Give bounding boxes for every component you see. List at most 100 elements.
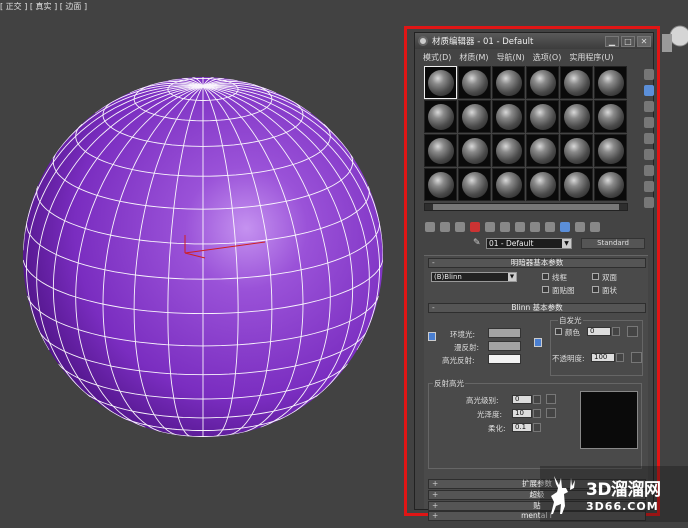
maximize-button[interactable]: □: [621, 35, 635, 47]
sample-slot[interactable]: [594, 168, 627, 201]
go-forward-sibling-icon[interactable]: [590, 222, 600, 232]
assign-to-selection-icon[interactable]: [455, 222, 465, 232]
watermark-url: 3D66.COM: [586, 500, 659, 513]
sample-slot[interactable]: [526, 66, 559, 99]
sample-slot[interactable]: [424, 134, 457, 167]
background-icon[interactable]: [644, 101, 654, 112]
minimize-button[interactable]: ▁: [605, 35, 619, 47]
sample-sphere: [461, 103, 488, 130]
diffuse-swatch[interactable]: [488, 341, 521, 351]
sample-sphere: [495, 69, 522, 96]
shader-dropdown[interactable]: (B)Blinn ▼: [431, 272, 517, 282]
self-illum-color-checkbox[interactable]: [555, 328, 562, 335]
slots-scrollbar[interactable]: [424, 203, 628, 211]
sample-slot[interactable]: [594, 66, 627, 99]
sample-slot[interactable]: [424, 66, 457, 99]
rollout-blinn-basic[interactable]: - Blinn 基本参数: [428, 303, 646, 313]
go-to-parent-icon[interactable]: [575, 222, 585, 232]
highlight-curve-preview: [580, 391, 638, 449]
sample-slot[interactable]: [526, 134, 559, 167]
self-illum-label: 自发光: [558, 315, 583, 326]
chevron-down-icon[interactable]: ▼: [562, 238, 571, 248]
options-icon[interactable]: [644, 165, 654, 176]
two-sided-checkbox[interactable]: [592, 273, 599, 280]
sample-slot[interactable]: [560, 100, 593, 133]
sample-sphere: [427, 137, 454, 164]
menu-utilities[interactable]: 实用程序(U): [569, 52, 613, 63]
self-illum-spinner[interactable]: 0: [587, 327, 611, 336]
sample-type-icon[interactable]: [644, 69, 654, 80]
opacity-spinner-arrows[interactable]: [616, 353, 624, 362]
glossiness-spinner[interactable]: 10: [512, 409, 532, 418]
material-name-field[interactable]: 01 - Default ▼: [486, 237, 572, 249]
uv-tiling-icon[interactable]: [644, 117, 654, 128]
face-map-checkbox[interactable]: [542, 286, 549, 293]
make-preview-icon[interactable]: [644, 149, 654, 160]
material-name-text: 01 - Default: [489, 238, 534, 248]
rollout-shader-basic[interactable]: - 明暗器基本参数: [428, 258, 646, 268]
menu-navigation[interactable]: 导航(N): [497, 52, 525, 63]
window-title: 材质编辑器 - 01 - Default: [432, 37, 534, 47]
menu-mode[interactable]: 模式(D): [423, 52, 451, 63]
sample-sphere: [563, 171, 590, 198]
sample-slot[interactable]: [458, 134, 491, 167]
put-to-library-icon[interactable]: [515, 222, 525, 232]
ambient-swatch[interactable]: [488, 328, 521, 338]
reset-map-icon[interactable]: [470, 222, 480, 232]
watermark-text: 3D溜溜网 3D66.COM: [586, 475, 661, 513]
scrollbar-thumb[interactable]: [433, 204, 619, 210]
specular-level-map-button[interactable]: [546, 394, 556, 404]
sample-slot[interactable]: [560, 134, 593, 167]
sample-slot[interactable]: [560, 66, 593, 99]
put-to-scene-icon[interactable]: [440, 222, 450, 232]
sample-slot[interactable]: [560, 168, 593, 201]
faceted-checkbox[interactable]: [592, 286, 599, 293]
soften-arrows[interactable]: [533, 423, 541, 432]
sample-slot[interactable]: [424, 168, 457, 201]
eyedropper-icon[interactable]: ✎: [473, 238, 483, 248]
material-id-icon[interactable]: [530, 222, 540, 232]
lock-icon[interactable]: [534, 338, 542, 347]
sample-slot[interactable]: [458, 66, 491, 99]
glossiness-map-button[interactable]: [546, 408, 556, 418]
opacity-spinner[interactable]: 100: [591, 353, 615, 362]
glossiness-arrows[interactable]: [533, 409, 541, 418]
material-map-navigator-icon[interactable]: [644, 197, 654, 208]
sample-slot[interactable]: [424, 100, 457, 133]
sample-sphere: [529, 103, 556, 130]
material-type-button[interactable]: Standard: [581, 237, 645, 249]
sample-slot[interactable]: [492, 168, 525, 201]
self-illum-spinner-arrows[interactable]: [612, 327, 620, 336]
app-root: [ 正交 ] [ 真实 ] [ 边面 ] 材质编辑器 - 01 - Defaul…: [0, 0, 688, 528]
opacity-map-button[interactable]: [631, 352, 642, 363]
sample-slot[interactable]: [458, 100, 491, 133]
show-map-icon[interactable]: [545, 222, 555, 232]
sample-slot[interactable]: [458, 168, 491, 201]
sample-slot[interactable]: [594, 134, 627, 167]
video-color-check-icon[interactable]: [644, 133, 654, 144]
wire-checkbox[interactable]: [542, 273, 549, 280]
make-unique-icon[interactable]: [500, 222, 510, 232]
soften-spinner[interactable]: 0.1: [512, 423, 532, 432]
lock-icon[interactable]: [428, 332, 436, 341]
specular-level-arrows[interactable]: [533, 395, 541, 404]
sample-slot[interactable]: [526, 100, 559, 133]
specular-swatch[interactable]: [488, 354, 521, 364]
show-end-result-icon[interactable]: [560, 222, 570, 232]
sample-slot[interactable]: [492, 100, 525, 133]
sample-slot[interactable]: [594, 100, 627, 133]
sample-slot[interactable]: [492, 66, 525, 99]
specular-level-spinner[interactable]: 0: [512, 395, 532, 404]
sample-slot[interactable]: [526, 168, 559, 201]
menu-material[interactable]: 材质(M): [459, 52, 488, 63]
close-button[interactable]: ✕: [637, 35, 651, 47]
title-bar[interactable]: 材质编辑器 - 01 - Default ▁ □ ✕: [415, 33, 653, 49]
backlight-icon[interactable]: [644, 85, 654, 96]
sample-sphere: [495, 137, 522, 164]
get-material-icon[interactable]: [425, 222, 435, 232]
copy-material-icon[interactable]: [485, 222, 495, 232]
self-illum-map-button[interactable]: [627, 326, 638, 337]
menu-options[interactable]: 选项(O): [533, 52, 562, 63]
select-by-material-icon[interactable]: [644, 181, 654, 192]
sample-slot[interactable]: [492, 134, 525, 167]
